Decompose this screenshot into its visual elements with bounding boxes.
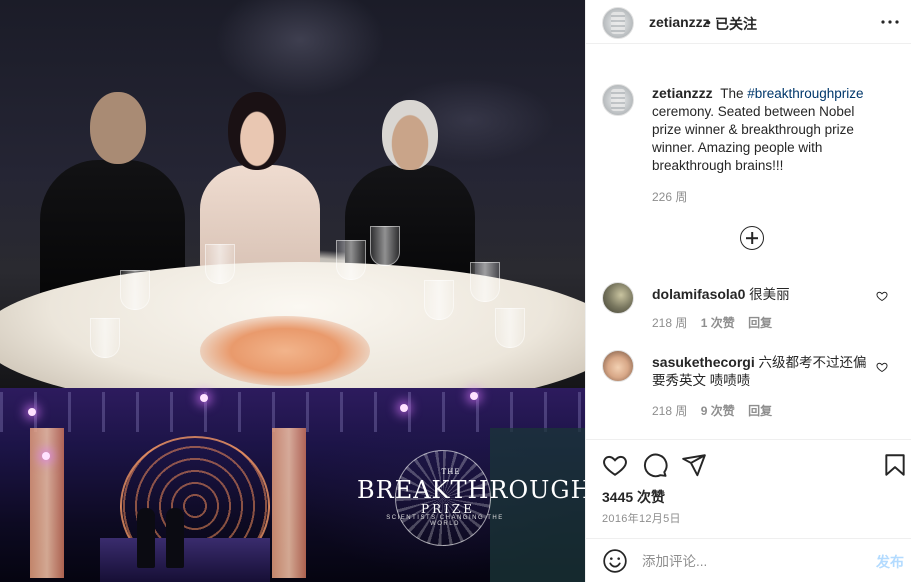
emoji-smile-icon[interactable] — [602, 548, 628, 574]
breakthrough-logo-prize: PRIZE — [421, 502, 475, 516]
photo-person-right-head — [382, 100, 438, 170]
stage-light — [400, 404, 408, 412]
photo-wall — [490, 428, 585, 582]
like-heart-icon[interactable] — [602, 452, 628, 478]
caption-author-username[interactable]: zetianzzz — [652, 85, 713, 101]
caption-timestamp[interactable]: 226 周 — [652, 188, 687, 205]
photo-glass — [424, 280, 454, 320]
comment-reply-button[interactable]: 回复 — [748, 404, 772, 418]
photo-pillar — [272, 428, 306, 578]
post-header: zetianzzz • 已关注 — [586, 0, 911, 44]
save-bookmark-icon[interactable] — [882, 452, 908, 478]
photo-pillar — [30, 428, 64, 578]
post-comment-button[interactable]: 发布 — [876, 552, 904, 572]
stage-light — [42, 452, 50, 460]
author-avatar[interactable] — [602, 7, 634, 39]
comment-avatar[interactable] — [602, 350, 634, 382]
photo-person-center-head — [228, 92, 286, 170]
header-separator: • — [706, 14, 711, 30]
breakthrough-logo-subtitle: SCIENTISTS CHANGING THE WORLD — [386, 515, 504, 527]
post-date[interactable]: 2016年12月5日 — [602, 510, 681, 526]
post-photo[interactable]: THE BREAKTHROUGH PRIZE SCIENTISTS CHANGI… — [0, 0, 585, 582]
comment-likes[interactable]: 1 次赞 — [701, 316, 735, 330]
comment-time[interactable]: 218 周 — [652, 404, 687, 418]
author-username[interactable]: zetianzzz — [649, 14, 710, 30]
photo-glass — [205, 244, 235, 284]
photo-glass — [90, 318, 120, 358]
comment-text: sasukethecorgi 六级都考不过还偏要秀英文 啧啧啧 — [652, 353, 870, 390]
photo-person-left-head — [90, 92, 146, 164]
photo-glass — [370, 226, 400, 266]
post-side-panel: zetianzzz • 已关注 zetianzzz The #breakthro… — [585, 0, 911, 582]
comment-avatar[interactable] — [602, 282, 634, 314]
share-paper-plane-icon[interactable] — [681, 452, 707, 478]
photo-glass — [495, 308, 525, 348]
photo-glass — [336, 240, 366, 280]
comment-likes[interactable]: 9 次赞 — [701, 404, 735, 418]
caption-text: zetianzzz The #breakthroughprize ceremon… — [652, 84, 880, 175]
comment-username[interactable]: sasukethecorgi — [652, 354, 755, 370]
photo-dinner-table — [0, 0, 585, 412]
caption-hashtag[interactable]: #breakthroughprize — [747, 86, 863, 101]
stage-light — [28, 408, 36, 416]
comment-meta: 218 周 9 次赞 回复 — [652, 402, 782, 419]
photo-speaker — [137, 508, 155, 568]
comment-body: 很美丽 — [749, 287, 790, 302]
comment-username[interactable]: dolamifasola0 — [652, 286, 745, 302]
comment-time[interactable]: 218 周 — [652, 316, 687, 330]
photo-flowers — [200, 316, 370, 386]
comment-meta: 218 周 1 次赞 回复 — [652, 314, 782, 331]
photo-truss — [0, 392, 585, 432]
comment-text: dolamifasola0 很美丽 — [652, 285, 870, 304]
likes-count[interactable]: 3445 次赞 — [602, 487, 665, 507]
comment-reply-button[interactable]: 回复 — [748, 316, 772, 330]
photo-glass — [120, 270, 150, 310]
load-more-comments-icon[interactable] — [740, 226, 764, 250]
breakthrough-logo-the: THE — [441, 468, 461, 476]
photo-stage: THE BREAKTHROUGH PRIZE SCIENTISTS CHANGI… — [0, 388, 585, 582]
comment-bubble-icon[interactable] — [642, 452, 668, 478]
photo-speaker — [166, 508, 184, 568]
photo-glass — [470, 262, 500, 302]
comment-like-heart-icon[interactable] — [876, 361, 888, 373]
following-button[interactable]: 已关注 — [715, 14, 757, 34]
stage-light — [470, 392, 478, 400]
add-comment-input[interactable] — [642, 551, 852, 571]
caption-text-before: The — [720, 86, 744, 101]
caption-text-after: ceremony. Seated between Nobel prize win… — [652, 104, 855, 173]
caption-author-avatar[interactable] — [602, 84, 634, 116]
photo-podium — [100, 538, 270, 582]
breakthrough-logo-text: BREAKTHROUGH — [357, 476, 585, 504]
comment-like-heart-icon[interactable] — [876, 290, 888, 302]
add-comment-bar: 发布 — [586, 538, 911, 582]
more-options-icon[interactable] — [878, 10, 902, 34]
stage-light — [200, 394, 208, 402]
